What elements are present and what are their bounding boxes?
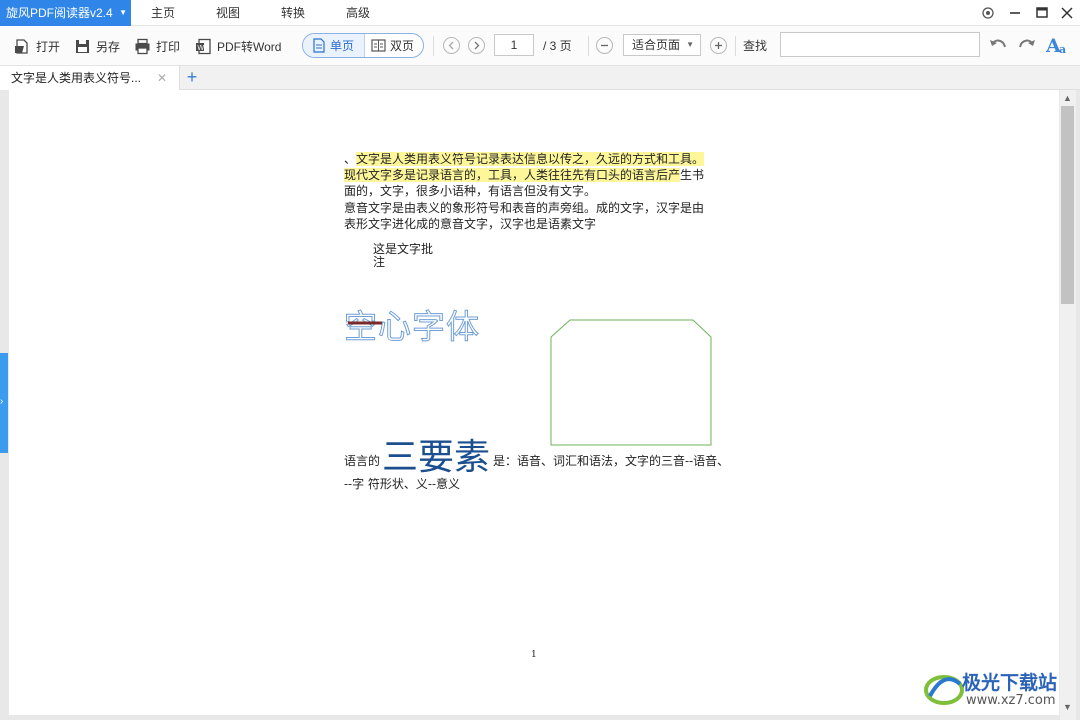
paragraph-line-5: 表形文字进化成的意音文字，汉字也是语素文字: [344, 217, 597, 231]
undo-button[interactable]: [988, 34, 1013, 56]
text-prefix: 、: [344, 152, 357, 166]
vertical-scrollbar[interactable]: ▲ ▼: [1060, 90, 1076, 720]
print-button[interactable]: 打印: [134, 35, 180, 57]
next-page-button[interactable]: [468, 37, 485, 54]
scroll-thumb[interactable]: [1061, 106, 1074, 304]
minimize-icon[interactable]: [1005, 3, 1025, 23]
undo-icon: [990, 39, 1006, 48]
save-as-button[interactable]: 另存: [74, 35, 120, 57]
redo-button[interactable]: [1017, 34, 1042, 56]
text-rest: 生书: [680, 168, 705, 182]
menu-convert[interactable]: 转换: [281, 0, 305, 26]
app-title: 旋风PDF阅读器v2.4: [6, 6, 113, 20]
minus-icon: [601, 44, 608, 47]
chevron-left-icon: [448, 41, 454, 50]
open-file-icon: [15, 38, 28, 54]
paragraph-line-2: 现代文字多是记录语言的，工具，人类往往先有口头的语言后产生书: [344, 167, 704, 183]
polygon-shape[interactable]: [548, 317, 718, 448]
toolbar-divider: [735, 36, 736, 56]
page-number: 1: [531, 650, 537, 660]
single-page-button[interactable]: 单页: [303, 34, 364, 57]
close-tab-icon[interactable]: ✕: [157, 66, 167, 90]
font-size-icon: Aa: [1046, 35, 1066, 55]
zoom-out-button[interactable]: [596, 37, 613, 54]
toolbar-divider: [433, 36, 434, 56]
svg-text:W: W: [197, 43, 204, 51]
annotation-line: 注: [373, 255, 386, 269]
previous-page-button[interactable]: [443, 37, 460, 54]
chevron-down-icon: ▼: [686, 40, 694, 49]
page-total: / 3 页: [543, 39, 572, 53]
word-document-icon: W: [196, 38, 211, 54]
single-page-label: 单页: [330, 39, 355, 53]
double-page-button[interactable]: 双页: [364, 34, 423, 57]
open-button[interactable]: 打开: [14, 35, 60, 57]
language-suffix: 是：语音、词汇和语法，文字的三音--语音、: [493, 454, 730, 468]
app-title-menu[interactable]: 旋风PDF阅读器v2.4 ▼: [0, 0, 131, 26]
toolbar-divider: [588, 36, 589, 56]
annotation-note[interactable]: 这是文字批 注: [373, 243, 433, 269]
language-prefix: 语言的: [344, 454, 381, 468]
open-label: 打开: [36, 39, 61, 54]
watermark-brand: 极光下载站: [962, 672, 1058, 694]
close-icon[interactable]: [1057, 3, 1077, 23]
watermark-url: www.xz7.com: [966, 693, 1056, 708]
menu-home[interactable]: 主页: [151, 0, 175, 26]
double-page-label: 双页: [390, 39, 415, 53]
sidebar-expand-handle[interactable]: ›: [0, 353, 8, 453]
save-icon: [76, 39, 89, 53]
highlighted-text: 文字是人类用表义符号记录表达信息以传之，久远的方式和工具。: [356, 152, 705, 166]
paragraph-line-3: 面的，文字，很多小语种，有语言但没有文字。: [344, 184, 597, 198]
pdf-page: 、文字是人类用表义符号记录表达信息以传之，久远的方式和工具。 现代文字多是记录语…: [9, 90, 1059, 715]
scroll-up-icon[interactable]: ▲: [1063, 93, 1072, 103]
chevron-down-icon: ▼: [119, 8, 127, 17]
paragraph-line-1: 、文字是人类用表义符号记录表达信息以传之，久远的方式和工具。: [344, 151, 705, 167]
document-viewport: › 、文字是人类用表义符号记录表达信息以传之，久远的方式和工具。 现代文字多是记…: [0, 90, 1080, 720]
printer-icon: [135, 38, 150, 54]
plus-icon: [715, 42, 722, 49]
paragraph-line-4: 意音文字是由表义的象形符号和表音的声旁组。成的文字，汉字是由: [344, 201, 705, 215]
find-label: 查找: [743, 39, 768, 53]
font-settings-button[interactable]: Aa: [1046, 33, 1075, 55]
language-line-2: --字 符形状、义--意义: [344, 477, 461, 491]
menu-view[interactable]: 视图: [216, 0, 240, 26]
zoom-select[interactable]: 适合页面 ▼: [623, 34, 701, 56]
pdf-to-word-button[interactable]: W PDF转Word: [195, 35, 281, 57]
redo-icon: [1019, 39, 1035, 48]
save-as-label: 另存: [96, 39, 121, 54]
svg-text:a: a: [1059, 43, 1066, 55]
chevron-right-icon: [474, 41, 480, 50]
pdf-to-word-label: PDF转Word: [217, 39, 282, 54]
menu-advanced[interactable]: 高级: [346, 0, 370, 26]
double-page-icon: [371, 39, 386, 52]
single-page-icon: [313, 38, 325, 53]
title-bar: 旋风PDF阅读器v2.4 ▼ 主页 视图 转换 高级: [0, 0, 1080, 26]
chevron-right-icon: ›: [0, 396, 4, 407]
three-elements-heading: 三要素: [382, 437, 491, 478]
new-tab-button[interactable]: +: [184, 67, 200, 89]
tab-strip: 文字是人类用表义符号... ✕ +: [0, 66, 1080, 90]
document-tab[interactable]: 文字是人类用表义符号... ✕: [0, 66, 180, 90]
page-mode-toggle: 单页 双页: [302, 33, 424, 58]
page-number-input[interactable]: 1: [494, 34, 534, 56]
document-tab-label: 文字是人类用表义符号...: [11, 71, 142, 85]
strike-mark: [348, 321, 382, 325]
toolbar: 打开 另存 打印 W PDF转Word 单页 双页 1 / 3 页 适合页面 ▼: [0, 26, 1080, 66]
find-input[interactable]: [780, 32, 980, 57]
maximize-icon[interactable]: [1032, 3, 1052, 23]
zoom-value: 适合页面: [632, 38, 681, 52]
highlighted-text: 现代文字多是记录语言的，工具，人类往往先有口头的语言后产: [344, 168, 681, 182]
settings-icon[interactable]: [978, 3, 998, 23]
zoom-in-button[interactable]: [710, 37, 727, 54]
print-label: 打印: [156, 39, 181, 54]
